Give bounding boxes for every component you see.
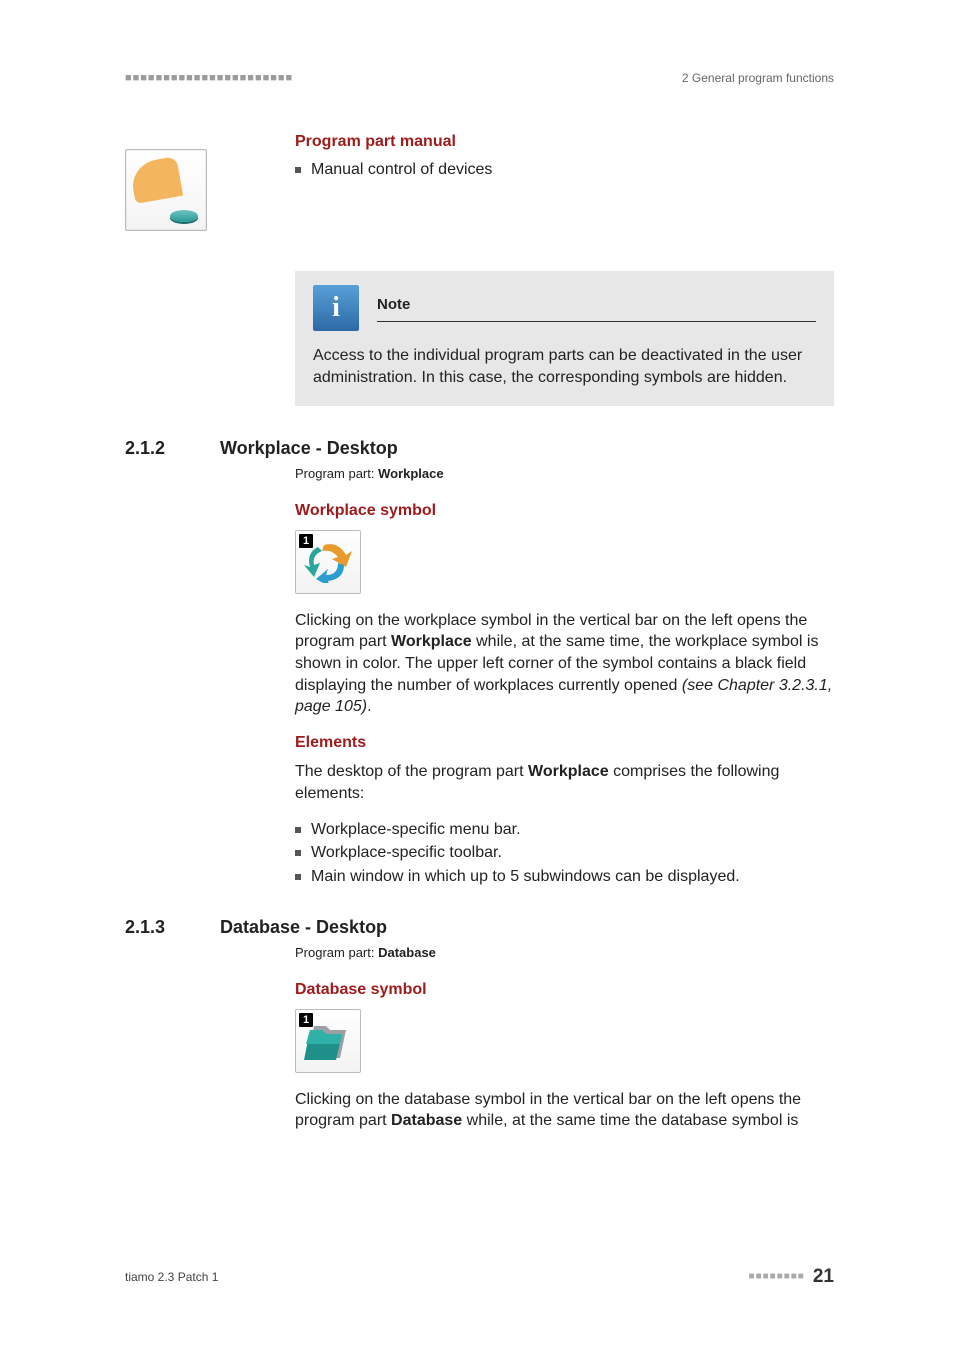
note-title: Note	[377, 295, 816, 322]
section-213-header: 2.1.3 Database - Desktop	[125, 915, 834, 939]
workplace-para: Clicking on the workplace symbol in the …	[295, 610, 834, 718]
database-icon: 1	[295, 1009, 361, 1073]
bullet-item: Main window in which up to 5 subwindows …	[295, 866, 834, 888]
section-number: 2.1.3	[125, 915, 220, 939]
bullet-marker-icon	[295, 167, 301, 173]
elements-heading: Elements	[295, 732, 834, 754]
manual-section: Program part manual Manual control of de…	[125, 131, 834, 231]
bullet-text: Manual control of devices	[311, 159, 492, 181]
workplace-icon: 1	[295, 530, 361, 594]
bullet-marker-icon	[295, 874, 301, 880]
manual-icon-col	[125, 131, 295, 231]
section-212-header: 2.1.2 Workplace - Desktop	[125, 436, 834, 460]
folder-icon	[304, 1020, 352, 1064]
section-title: Workplace - Desktop	[220, 436, 398, 460]
note-body: Access to the individual program parts c…	[313, 345, 816, 388]
section-title: Database - Desktop	[220, 915, 387, 939]
bullet-item: Workplace-specific toolbar.	[295, 842, 834, 864]
elements-intro: The desktop of the program part Workplac…	[295, 761, 834, 804]
running-header: ■■■■■■■■■■■■■■■■■■■■■■ 2 General program…	[125, 70, 834, 86]
note-title-wrap: Note	[377, 295, 816, 322]
workplace-symbol-heading: Workplace symbol	[295, 500, 834, 522]
bullet-marker-icon	[295, 850, 301, 856]
footer-right: ■■■■■■■■ 21	[749, 1264, 834, 1290]
bullet-marker-icon	[295, 827, 301, 833]
manual-icon	[125, 149, 207, 231]
bullet-item: Manual control of devices	[295, 159, 834, 181]
footer-dots: ■■■■■■■■	[749, 1270, 805, 1284]
manual-heading: Program part manual	[295, 131, 834, 153]
program-part-line: Program part: Database	[295, 944, 834, 962]
database-symbol-block: Database symbol 1 Clicking on the databa…	[295, 979, 834, 1132]
workplace-symbol-block: Workplace symbol 1 Clicking on the workp…	[295, 500, 834, 887]
database-symbol-heading: Database symbol	[295, 979, 834, 1001]
program-part-label: Program part:	[295, 466, 378, 481]
note-head: i Note	[313, 285, 816, 331]
program-part-line: Program part: Workplace	[295, 465, 834, 483]
section-number: 2.1.2	[125, 436, 220, 460]
bullet-item: Workplace-specific menu bar.	[295, 819, 834, 841]
runhead-left-marks: ■■■■■■■■■■■■■■■■■■■■■■	[125, 71, 293, 86]
arrows-cycle-icon	[304, 541, 352, 583]
program-part-value: Workplace	[378, 466, 444, 481]
footer: tiamo 2.3 Patch 1 ■■■■■■■■ 21	[125, 1264, 834, 1290]
info-icon: i	[313, 285, 359, 331]
runhead-chapter: 2 General program functions	[682, 70, 834, 86]
note-box: i Note Access to the individual program …	[295, 271, 834, 406]
page: ■■■■■■■■■■■■■■■■■■■■■■ 2 General program…	[0, 0, 954, 1350]
database-para: Clicking on the database symbol in the v…	[295, 1089, 834, 1132]
note-wrapper: i Note Access to the individual program …	[295, 271, 834, 406]
manual-content: Program part manual Manual control of de…	[295, 131, 834, 182]
footer-left: tiamo 2.3 Patch 1	[125, 1269, 218, 1285]
page-number: 21	[813, 1264, 834, 1290]
